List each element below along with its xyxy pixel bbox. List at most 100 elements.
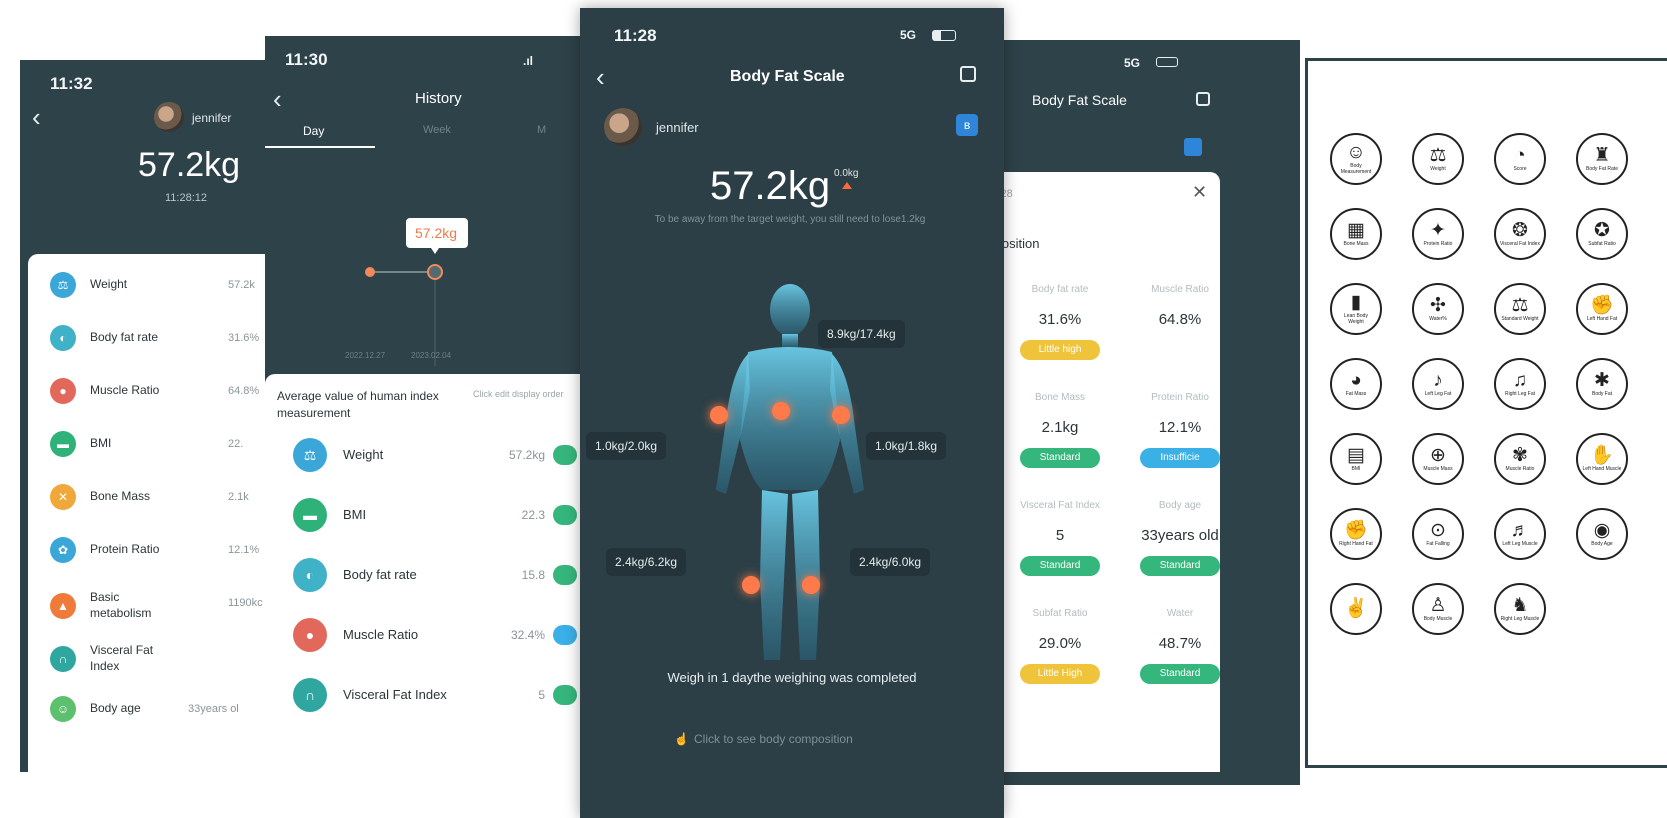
phone-body-fat-scale: 11:28 5G ‹ Body Fat Scale jennifer ʙ 57.… — [580, 8, 1004, 818]
cell-value: 29.0% — [1038, 635, 1082, 652]
status-pill — [553, 505, 577, 525]
metric-row[interactable]: ▲ Basic metabolism — [50, 590, 180, 621]
badge-label: Left Hand Fat — [1586, 315, 1618, 322]
battery-icon — [1156, 57, 1178, 67]
metric-icon: ▲ — [50, 592, 76, 619]
card-title: Average value of human index measurement — [277, 389, 439, 420]
metric-row[interactable]: ✿ Protein Ratio — [50, 537, 180, 563]
metric-badge-icon: ▮ Lean Body Weight — [1330, 283, 1382, 335]
battery-icon — [932, 30, 956, 41]
metric-row[interactable]: ☺ Body age — [50, 696, 180, 722]
cell-value: 2.1kg — [1041, 419, 1079, 436]
metric-label: Basic metabolism — [90, 590, 152, 620]
back-icon[interactable]: ‹ — [32, 104, 41, 130]
badge-glyph-icon: ✪ — [1594, 219, 1610, 241]
composition-cell[interactable]: Water 48.7% Standard — [1120, 608, 1240, 684]
back-icon[interactable]: ‹ — [273, 86, 282, 112]
metric-label: Visceral Fat Index — [90, 643, 154, 673]
close-icon[interactable]: ✕ — [1192, 182, 1207, 203]
composition-cell[interactable]: Subfat Ratio 29.0% Little High — [1000, 608, 1120, 684]
cell-label: Bone Mass — [1034, 392, 1086, 403]
cell-status-tag: Standard — [1140, 664, 1220, 684]
metric-value: 5 — [538, 688, 545, 702]
composition-cell[interactable]: Visceral Fat Index 5 Standard — [1000, 500, 1120, 576]
metric-value: 22.3 — [521, 508, 545, 522]
chart-tooltip-label: 57.2kg — [415, 225, 457, 241]
figure-torso — [740, 347, 840, 490]
metric-badge-icon: ⚖ Weight — [1412, 133, 1464, 185]
metric-row[interactable]: ◐ Body fat rate — [50, 325, 180, 351]
card-edit-hint[interactable]: Click edit display order — [473, 388, 573, 401]
badge-glyph-icon: ▤ — [1347, 444, 1365, 466]
metric-row[interactable]: ▬ BMI — [50, 431, 180, 457]
metric-row[interactable]: ✕ Bone Mass — [50, 484, 180, 510]
figure-neck — [782, 334, 798, 348]
badge-glyph-icon: ⊙ — [1430, 519, 1446, 541]
metric-label: BMI — [90, 436, 112, 451]
average-row[interactable]: ◐ Body fat rate — [293, 558, 463, 592]
weight-delta: 0.0kg — [834, 168, 859, 179]
metric-row[interactable]: ⚖ Weight — [50, 272, 180, 298]
target-hint: To be away from the target weight, you s… — [654, 214, 926, 225]
metric-badge-icon: ⊙ Fat Falling — [1412, 508, 1464, 560]
avatar[interactable] — [154, 102, 184, 132]
cell-value: 48.7% — [1158, 635, 1202, 652]
metric-row[interactable]: ● Muscle Ratio — [50, 378, 180, 404]
phone-body-composition: 5G Body Fat Scale ifer 11:28 ✕ y composi… — [960, 40, 1300, 785]
phone-home-screen: 11:32 ‹ jennifer 57.2kg 11:28:12 ⚖ Weight… — [20, 60, 280, 772]
cell-value: 33years old — [1141, 527, 1219, 544]
badge-label: Protein Ratio — [1423, 240, 1453, 247]
metric-label: Body fat rate — [343, 566, 417, 582]
metric-label: BMI — [343, 506, 367, 522]
average-row[interactable]: ▬ BMI — [293, 498, 463, 532]
chart-point-selected — [427, 264, 443, 280]
composition-cell[interactable]: Body fat rate 31.6% Little high — [1000, 284, 1120, 360]
metric-icon: ☺ — [50, 696, 76, 722]
share-icon[interactable] — [960, 66, 976, 82]
cell-label: Subfat Ratio — [1032, 608, 1088, 619]
metric-icon: ▬ — [293, 498, 327, 532]
badge-label: Weight — [1430, 165, 1446, 172]
signal-icon: .ıl — [523, 54, 534, 68]
badge-glyph-icon: ✾ — [1512, 444, 1528, 466]
badge-label: Subfat Ratio — [1588, 240, 1616, 247]
collage: 11:32 ‹ jennifer 57.2kg 11:28:12 ⚖ Weight… — [0, 0, 1667, 818]
average-row[interactable]: ∩ Visceral Fat Index — [293, 678, 463, 712]
average-row[interactable]: ● Muscle Ratio — [293, 618, 463, 652]
tab-day[interactable]: Day — [303, 124, 324, 138]
badge-glyph-icon: ♞ — [1511, 594, 1529, 616]
metric-value: 12.1% — [228, 544, 260, 556]
tab-month[interactable]: M — [537, 124, 546, 136]
composition-cell[interactable]: Protein Ratio 12.1% Insufficie — [1120, 392, 1240, 468]
metric-icon: ∩ — [50, 645, 76, 672]
figure-head — [770, 284, 810, 336]
tab-week[interactable]: Week — [423, 124, 451, 136]
metric-badge-icon: ✪ Subfat Ratio — [1576, 208, 1628, 260]
badge-glyph-icon: ✊ — [1344, 519, 1368, 541]
composition-cell[interactable]: Muscle Ratio 64.8% — [1120, 284, 1240, 328]
back-icon[interactable]: ‹ — [596, 64, 605, 90]
avatar[interactable] — [604, 108, 642, 146]
badge-label: Muscle Mass — [1423, 465, 1453, 472]
badge-glyph-icon: ✦ — [1430, 219, 1446, 241]
badge-label: Lean Body Weight — [1344, 313, 1368, 325]
body-composition-link[interactable]: Click to see body composition — [694, 732, 853, 746]
cell-value: 31.6% — [1038, 311, 1082, 328]
metric-label: Body age — [90, 701, 141, 716]
metric-badge-icon: ✊ Right Hand Fat — [1330, 508, 1382, 560]
bluetooth-icon[interactable]: ʙ — [956, 114, 978, 136]
metric-badge-icon: ♞ Right Leg Muscle — [1494, 583, 1546, 635]
chart-point — [365, 267, 375, 277]
composition-cell[interactable]: Body age 33years old Standard — [1120, 500, 1240, 576]
composition-cell[interactable]: Bone Mass 2.1kg Standard — [1000, 392, 1120, 468]
metric-icon: ⚖ — [50, 272, 76, 298]
share-icon[interactable] — [1196, 92, 1210, 106]
history-chart: 57.2kg 2022.12.27 2023.02.04 — [345, 218, 468, 366]
cell-label: Muscle Ratio — [1151, 284, 1209, 295]
average-row[interactable]: ⚖ Weight — [293, 438, 463, 472]
badge-glyph-icon: ◕ — [1350, 369, 1362, 391]
bluetooth-icon[interactable] — [1184, 138, 1202, 156]
metric-row[interactable]: ∩ Visceral Fat Index — [50, 643, 180, 674]
figure-right-leg — [792, 490, 820, 660]
badge-label: Body Measurement — [1340, 163, 1372, 175]
